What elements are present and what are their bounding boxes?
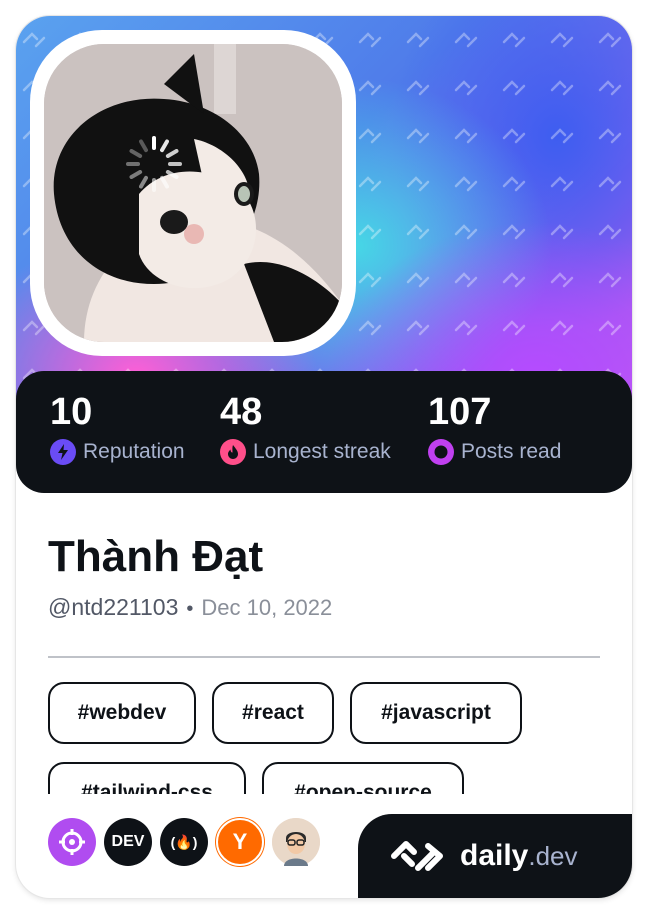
stat-label: Posts read: [461, 440, 562, 463]
tag-chip[interactable]: #react: [212, 682, 334, 744]
divider: [48, 656, 600, 658]
avatar: [44, 44, 342, 342]
lightning-icon: [50, 439, 76, 465]
freecodecamp-source-icon[interactable]: (🔥): [160, 818, 208, 866]
joined-date: Dec 10, 2022: [201, 595, 333, 620]
tag-chip[interactable]: #javascript: [350, 682, 522, 744]
daily-dev-brand: daily .dev: [358, 814, 632, 898]
profile-handle: @ntd221103: [48, 594, 179, 620]
hackernews-source-icon[interactable]: Y: [216, 818, 264, 866]
tag-chip[interactable]: #tailwind-css: [48, 762, 246, 794]
daily-dev-logo-icon: [391, 841, 443, 871]
crosshair-source-icon[interactable]: [48, 818, 96, 866]
source-icons: DEV (🔥) Y: [48, 818, 328, 866]
eye-icon: [428, 439, 454, 465]
stat-label: Longest streak: [253, 440, 391, 463]
user-avatar-source-icon[interactable]: [272, 818, 320, 866]
stat-value: 48: [220, 391, 263, 433]
stat-posts-read: 107 Posts read: [428, 391, 561, 465]
profile-name: Thành Đạt: [48, 532, 264, 581]
brand-tld: .dev: [528, 840, 578, 871]
devcard: 10 Reputation 48 Longest streak 107 Post…: [16, 16, 632, 898]
avatar-frame: [30, 30, 356, 356]
stat-label: Reputation: [83, 440, 185, 463]
stat-value: 10: [50, 391, 93, 433]
profile-meta: @ntd221103 • Dec 10, 2022: [48, 594, 332, 621]
tag-chip[interactable]: #webdev: [48, 682, 196, 744]
stat-reputation: 10 Reputation: [50, 391, 185, 465]
flame-icon: [220, 439, 246, 465]
cover-background: [16, 16, 632, 416]
tag-list: #webdev #react #javascript #tailwind-css…: [48, 682, 608, 794]
stats-bar: 10 Reputation 48 Longest streak 107 Post…: [16, 371, 632, 493]
cat-image: [44, 44, 342, 342]
dev-source-icon[interactable]: DEV: [104, 818, 152, 866]
stat-longest-streak: 48 Longest streak: [220, 391, 391, 465]
brand-word: daily: [460, 839, 529, 872]
stat-value: 107: [428, 391, 492, 433]
meta-separator: •: [186, 598, 194, 620]
tag-chip[interactable]: #open-source: [262, 762, 464, 794]
